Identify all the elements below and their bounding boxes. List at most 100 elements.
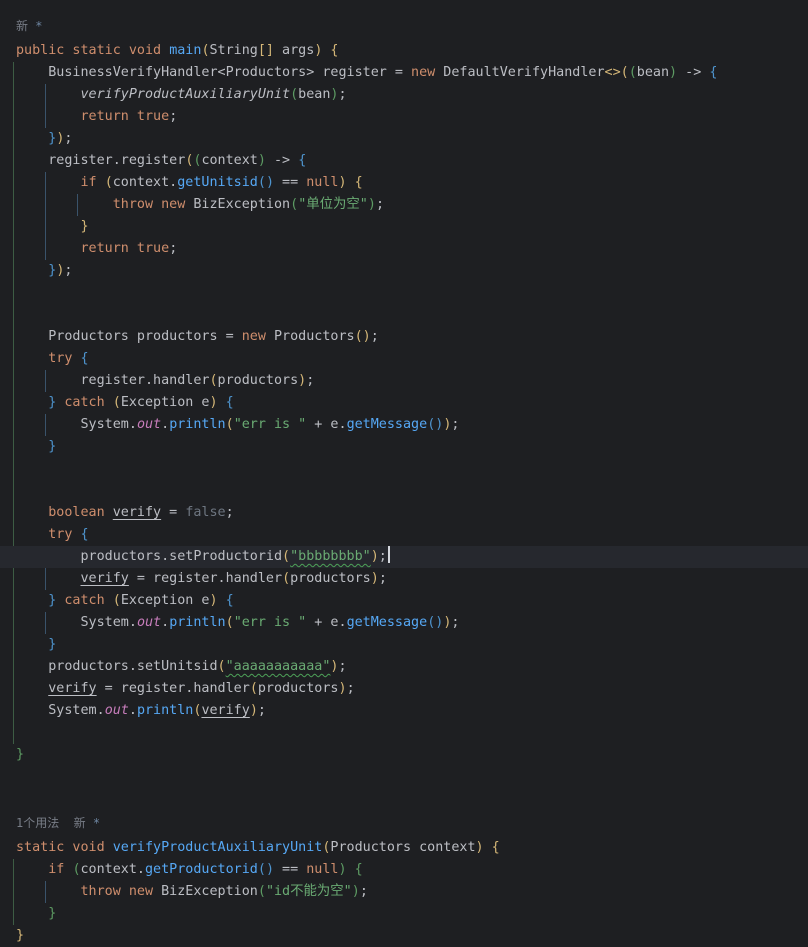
code-token: ) — [250, 703, 258, 718]
code-token: getMessage — [347, 615, 428, 630]
code-line[interactable]: System.out.println("err is " + e.getMess… — [16, 414, 808, 436]
code-token: BusinessVerifyHandler<Productors> regist… — [16, 65, 411, 80]
code-token: Productors — [266, 329, 355, 344]
code-line[interactable]: try { — [16, 348, 808, 370]
code-token: ; — [169, 109, 177, 124]
code-line[interactable] — [16, 788, 808, 810]
code-line[interactable]: return true; — [16, 238, 808, 260]
code-token: ( — [113, 593, 121, 608]
code-line[interactable]: } — [16, 436, 808, 458]
code-line[interactable] — [16, 480, 808, 502]
code-token: ) — [266, 175, 274, 190]
code-token: println — [137, 703, 193, 718]
code-token: System. — [16, 417, 137, 432]
code-line[interactable]: throw new BizException("单位为空"); — [16, 194, 808, 216]
code-token: out — [105, 703, 129, 718]
code-token: context. — [113, 175, 178, 190]
code-line[interactable]: } — [16, 903, 808, 925]
code-line[interactable]: System.out.println(verify); — [16, 700, 808, 722]
code-token: "单位为空" — [298, 197, 368, 212]
code-token — [16, 884, 81, 899]
code-line[interactable]: System.out.println("err is " + e.getMess… — [16, 612, 808, 634]
code-token: ) — [371, 571, 379, 586]
code-token: } — [16, 906, 56, 921]
code-line[interactable]: }); — [16, 128, 808, 150]
code-line[interactable] — [16, 722, 808, 744]
code-line[interactable]: verifyProductAuxiliaryUnit(bean); — [16, 84, 808, 106]
code-token: } — [16, 637, 56, 652]
code-line[interactable]: } — [16, 216, 808, 238]
code-token: register.register — [16, 153, 185, 168]
code-token: new — [411, 65, 435, 80]
code-token: new — [242, 329, 266, 344]
code-line[interactable] — [16, 458, 808, 480]
code-line[interactable]: } catch (Exception e) { — [16, 392, 808, 414]
code-line[interactable]: productors.setUnitsid("aaaaaaaaaaa"); — [16, 656, 808, 678]
code-token: ) — [476, 840, 484, 855]
code-token: ( — [250, 681, 258, 696]
code-token: 新 — [16, 19, 35, 33]
code-token: { — [484, 840, 500, 855]
code-line[interactable] — [16, 766, 808, 788]
code-token: ( — [226, 615, 234, 630]
code-line[interactable]: } catch (Exception e) { — [16, 590, 808, 612]
code-token — [16, 109, 81, 124]
code-token: ) — [371, 549, 379, 564]
code-token: . — [129, 703, 137, 718]
code-line[interactable]: }); — [16, 260, 808, 282]
code-token: null — [306, 175, 338, 190]
code-line[interactable]: return true; — [16, 106, 808, 128]
code-token — [72, 351, 80, 366]
code-token: ( — [282, 549, 290, 564]
text-caret — [388, 546, 390, 563]
code-area[interactable]: 新 *public static void main(String[] args… — [0, 0, 808, 947]
code-line[interactable]: } — [16, 634, 808, 656]
code-line[interactable]: if (context.getUnitsid() == null) { — [16, 172, 808, 194]
code-line[interactable]: productors.setProductorid("bbbbbbbb"); — [0, 546, 808, 568]
code-token: ; — [226, 505, 234, 520]
code-line[interactable]: if (context.getProductorid() == null) { — [16, 859, 808, 881]
inlay-hint-line[interactable]: 1个用法 新 * — [16, 810, 808, 837]
code-token — [16, 571, 81, 586]
code-token: false — [185, 505, 225, 520]
code-token: ) — [258, 153, 266, 168]
code-line[interactable] — [16, 282, 808, 304]
code-token — [16, 527, 48, 542]
code-line[interactable]: verify = register.handler(productors); — [16, 678, 808, 700]
code-token: BizException — [153, 884, 258, 899]
code-token: "aaaaaaaaaaa" — [226, 659, 331, 674]
code-line[interactable]: verify = register.handler(productors); — [16, 568, 808, 590]
code-token: = — [161, 505, 185, 520]
code-token: out — [137, 417, 161, 432]
code-editor[interactable]: 新 *public static void main(String[] args… — [0, 0, 808, 944]
code-line[interactable]: boolean verify = false; — [16, 502, 808, 524]
inlay-hint-line[interactable]: 新 * — [16, 13, 808, 40]
code-token: verify — [81, 571, 129, 586]
code-token: ( — [258, 862, 266, 877]
code-line[interactable]: static void verifyProductAuxiliaryUnit(P… — [16, 837, 808, 859]
code-token: ) — [339, 862, 347, 877]
code-token — [97, 175, 105, 190]
code-token — [16, 197, 113, 212]
code-token: "id不能为空" — [266, 884, 352, 899]
code-token: == — [274, 175, 306, 190]
code-token: ( — [201, 43, 209, 58]
code-line[interactable] — [16, 304, 808, 326]
code-line[interactable]: Productors productors = new Productors()… — [16, 326, 808, 348]
code-line[interactable]: throw new BizException("id不能为空"); — [16, 881, 808, 903]
code-line[interactable]: public static void main(String[] args) { — [16, 40, 808, 62]
code-line[interactable]: register.register((context) -> { — [16, 150, 808, 172]
code-line[interactable]: } — [16, 744, 808, 766]
code-token: ; — [306, 373, 314, 388]
code-token: verify — [201, 703, 249, 718]
code-token: ; — [169, 241, 177, 256]
code-line[interactable]: register.handler(productors); — [16, 370, 808, 392]
code-token: -> — [266, 153, 298, 168]
code-line[interactable]: BusinessVerifyHandler<Productors> regist… — [16, 62, 808, 84]
code-line[interactable]: try { — [16, 524, 808, 546]
code-token: { — [81, 527, 89, 542]
code-token: boolean — [48, 505, 104, 520]
code-token: ( — [258, 884, 266, 899]
code-token: productors — [290, 571, 371, 586]
code-token: . — [161, 615, 169, 630]
